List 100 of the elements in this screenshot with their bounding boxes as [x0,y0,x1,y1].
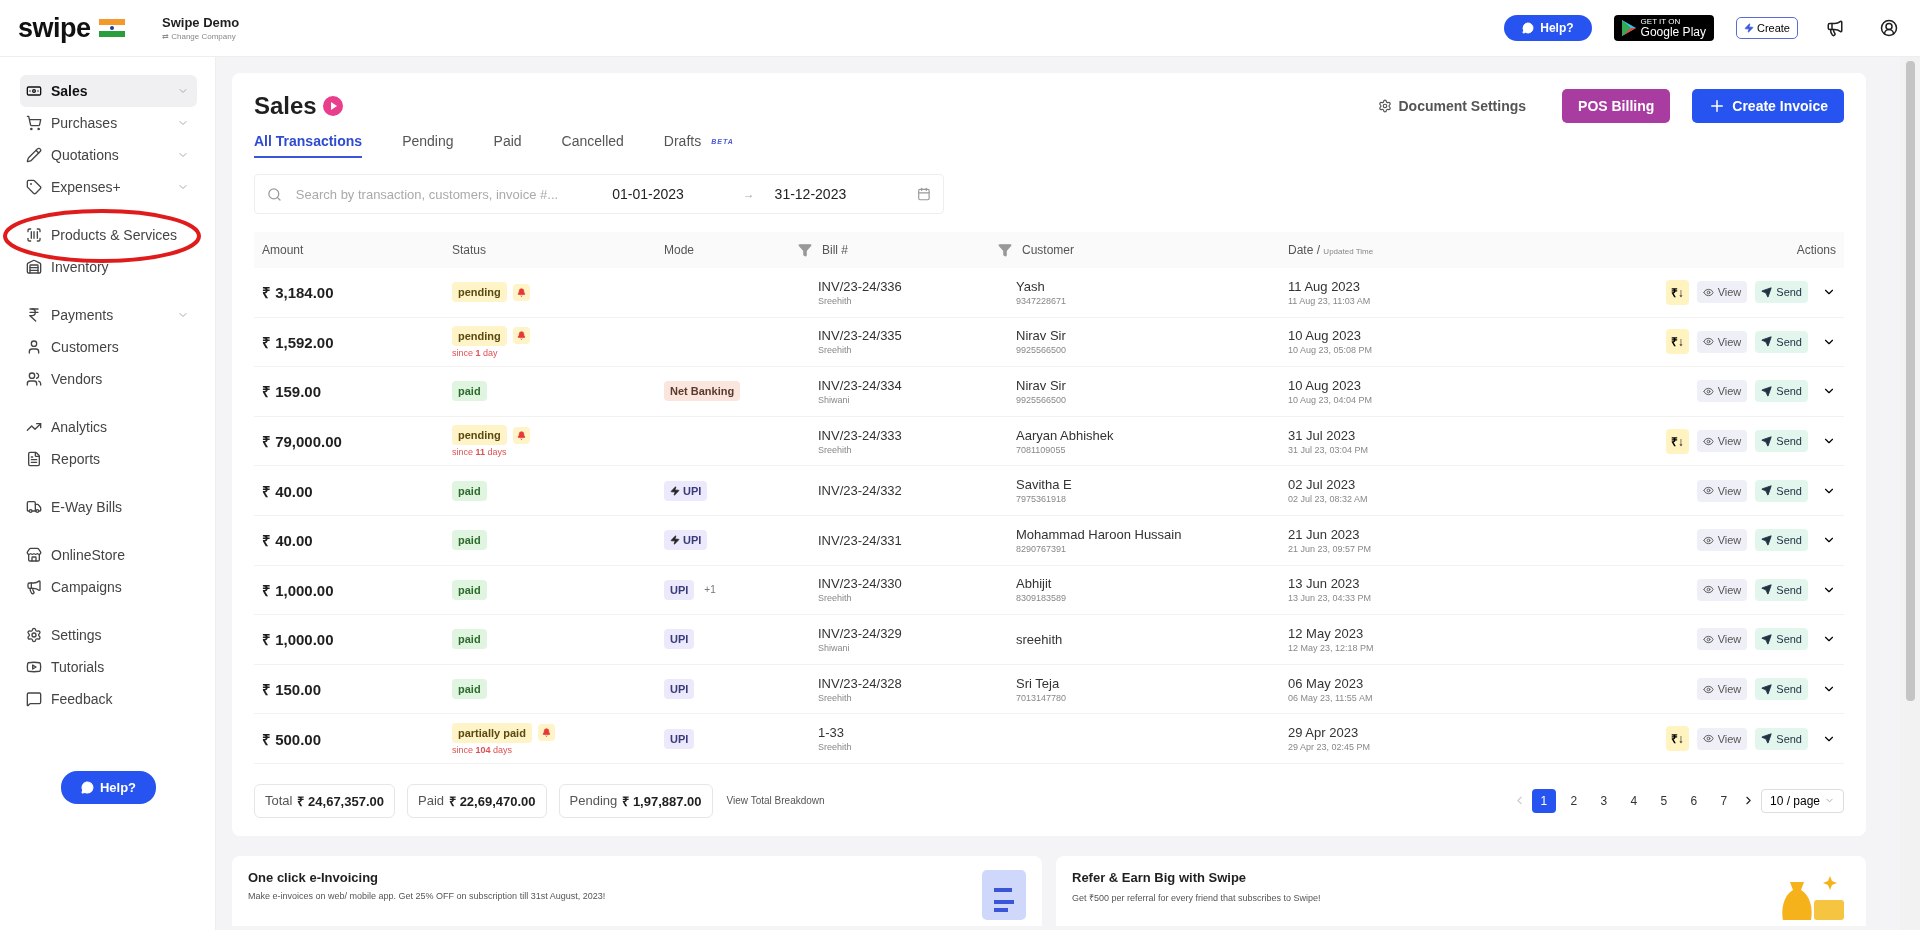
sidebar-item[interactable]: Customers [20,331,197,363]
sidebar-item[interactable]: Vendors [20,363,197,395]
lightning-icon [1743,23,1754,33]
view-button[interactable]: View [1696,578,1748,601]
send-button[interactable]: Send [1755,330,1808,353]
tab[interactable]: Pending [402,125,454,158]
sidebar-item[interactable]: Feedback [20,683,197,715]
date-text: 10 Aug 2023 [1288,378,1363,393]
sidebar-item[interactable]: Expenses+ [20,171,197,203]
help-button[interactable]: Help? [60,771,157,804]
page-button[interactable]: 2 [1561,788,1586,813]
sidebar-item[interactable]: Tutorials [20,651,197,683]
tab[interactable]: Paid [493,125,522,158]
bill-number: INV/23-24/329 [818,625,903,641]
record-payment-button[interactable]: ₹↓ [1665,726,1689,752]
megaphone-icon[interactable] [1826,19,1844,37]
customer-phone: 9347228671 [1016,295,1068,306]
view-button[interactable]: View [1696,380,1748,403]
sidebar-item-icon [26,339,42,355]
bill-number: INV/23-24/331 [818,532,903,548]
created-by: Sreehith [818,295,853,306]
send-button[interactable]: Send [1755,479,1808,502]
record-payment-button[interactable]: ₹↓ [1665,329,1689,355]
chat-icon [1522,22,1535,34]
sidebar-item[interactable]: Purchases [20,107,197,139]
tab[interactable]: Cancelled [561,125,624,158]
create-invoice-button[interactable]: Create Invoice [1692,89,1844,123]
settings-icon [1378,99,1393,113]
send-button[interactable]: Send [1755,430,1808,453]
calendar-icon[interactable] [917,187,931,201]
send-icon [1761,485,1773,497]
tab[interactable]: All Transactions [254,125,363,158]
sidebar-item-icon [26,115,42,131]
pos-billing-button[interactable]: POS Billing [1562,89,1671,123]
record-payment-button[interactable]: ₹↓ [1665,428,1689,454]
created-by: Shiwani [818,642,851,653]
eye-icon [1702,584,1714,596]
column-header: Actions [1796,243,1836,257]
send-button[interactable]: Send [1755,678,1808,701]
record-payment-button[interactable]: ₹↓ [1665,279,1689,305]
sidebar-item[interactable]: OnlineStore [20,539,197,571]
document-settings-button[interactable]: Document Settings [1372,97,1533,115]
send-icon [1761,633,1773,645]
view-button[interactable]: View [1696,479,1748,502]
send-button[interactable]: Send [1755,628,1808,651]
change-company-link[interactable]: ⇄ Change Company [162,32,240,41]
view-button[interactable]: View [1696,430,1748,453]
sidebar-item[interactable]: Quotations [20,139,197,171]
send-button[interactable]: Send [1755,380,1808,403]
view-button[interactable]: View [1696,678,1748,701]
account-icon[interactable] [1880,19,1898,37]
customer-name: Nirav Sir [1016,328,1067,344]
sidebar-item[interactable]: Payments [20,299,197,331]
create-button[interactable]: Create [1735,17,1798,39]
payment-mode-tag: UPI [664,530,708,551]
chat-icon [80,781,94,794]
sidebar-item[interactable]: Campaigns [20,571,197,603]
scrollbar-thumb[interactable] [1905,61,1915,701]
bill-number: INV/23-24/334 [818,378,903,393]
flag-icon [98,19,125,37]
sidebar-item[interactable]: E-Way Bills [20,491,197,523]
page-button[interactable]: 7 [1711,788,1736,813]
help-button[interactable]: Help? [1504,15,1592,41]
page-button[interactable]: 4 [1621,788,1646,813]
google-play-badge[interactable]: GET IT ON Google Play [1613,15,1714,41]
breakdown-link[interactable]: View Total Breakdown [726,795,825,807]
sidebar-item[interactable]: Sales [20,75,197,107]
sidebar-item[interactable]: Reports [20,443,197,475]
search-icon [267,186,282,202]
status-tag: pending [452,325,507,346]
sidebar-item-icon [26,227,42,243]
view-button[interactable]: View [1696,281,1748,304]
page-button[interactable]: 3 [1591,788,1616,813]
send-button[interactable]: Send [1755,578,1808,601]
view-button[interactable]: View [1696,529,1748,552]
page-button[interactable]: 6 [1681,788,1706,813]
filter-icon[interactable] [798,243,812,257]
sidebar-item[interactable]: Analytics [20,411,197,443]
send-button[interactable]: Send [1755,529,1808,552]
payment-mode-tag: UPI [664,579,695,600]
page-button[interactable]: 1 [1531,788,1556,813]
sidebar-item-icon [26,371,42,387]
amount-text: ₹ 150.00 [262,680,323,700]
status-tag: pending [452,282,507,303]
page-button[interactable]: 5 [1651,788,1676,813]
view-button[interactable]: View [1696,628,1748,651]
filter-icon[interactable] [998,243,1012,257]
sidebar-item[interactable]: Inventory [20,251,197,283]
eye-icon [1702,633,1714,645]
view-button[interactable]: View [1696,727,1748,750]
send-icon [1761,286,1773,298]
total-label: Paid [418,793,445,809]
view-button[interactable]: View [1696,330,1748,353]
play-icon[interactable] [322,96,343,116]
payment-mode-tag: UPI [664,679,695,700]
page-size-select[interactable]: 10 / page [1760,788,1844,813]
send-button[interactable]: Send [1755,727,1808,750]
sidebar-item[interactable]: Settings [20,619,197,651]
document-icon [982,869,1026,920]
send-button[interactable]: Send [1755,281,1808,304]
